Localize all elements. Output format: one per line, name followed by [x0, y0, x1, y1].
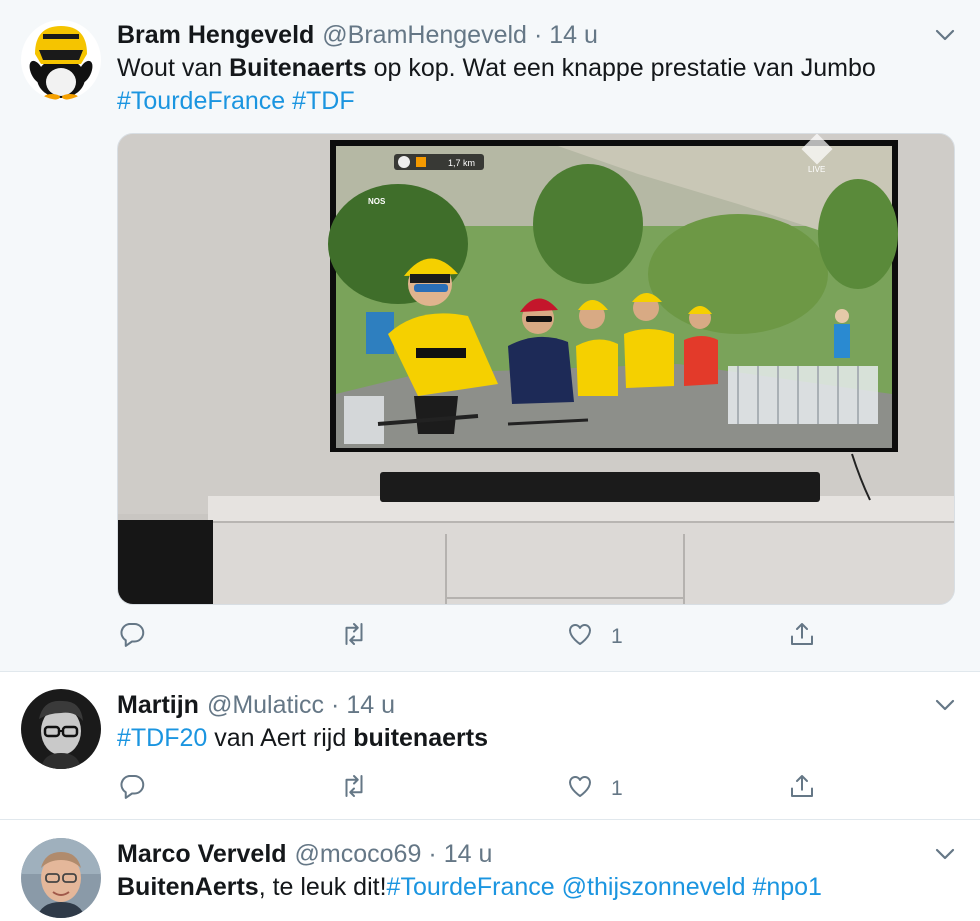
- tweet[interactable]: Bram Hengeveld @BramHengeveld · 14 u Wou…: [0, 0, 980, 672]
- highlighted-keyword: Buitenaerts: [229, 54, 367, 82]
- highlighted-keyword: buitenaerts: [353, 724, 488, 752]
- hashtag-link[interactable]: #TourdeFrance: [387, 873, 555, 901]
- hashtag-link[interactable]: #npo1: [752, 873, 822, 901]
- tweet-text: BuitenAerts, te leuk dit!#TourdeFrance @…: [117, 871, 956, 904]
- avatar[interactable]: [21, 689, 101, 769]
- like-button[interactable]: 1: [565, 772, 623, 806]
- chevron-down-icon[interactable]: [934, 843, 956, 865]
- tweet-photo[interactable]: 1,7 km NOS LIVE: [117, 133, 955, 605]
- retweet-button[interactable]: [339, 772, 369, 806]
- broadcaster-logo: NOS: [368, 197, 386, 206]
- tv-distance-label: 1,7 km: [448, 158, 475, 168]
- author-name[interactable]: Bram Hengeveld: [117, 18, 314, 52]
- share-icon: [787, 771, 817, 807]
- tweet-actions: 1: [117, 772, 837, 806]
- chevron-down-icon[interactable]: [934, 694, 956, 716]
- timestamp[interactable]: 14 u: [549, 18, 598, 52]
- share-icon: [787, 619, 817, 655]
- retweet-button[interactable]: [339, 620, 369, 654]
- highlighted-keyword: BuitenAerts: [117, 873, 259, 901]
- avatar[interactable]: [21, 838, 101, 918]
- text-segment: van Aert rijd: [207, 724, 354, 752]
- like-icon: [565, 771, 595, 807]
- avatar[interactable]: [21, 20, 101, 100]
- share-button[interactable]: [787, 772, 817, 806]
- hashtag-link[interactable]: #TDF: [292, 87, 355, 115]
- tweet-text: Wout van Buitenaerts op kop. Wat een kna…: [117, 52, 956, 85]
- reply-icon: [117, 771, 147, 807]
- hashtag-link[interactable]: #TDF20: [117, 724, 207, 752]
- like-icon: [565, 619, 595, 655]
- like-count: 1: [611, 625, 623, 648]
- author-handle[interactable]: @Mulaticc: [207, 688, 324, 722]
- reply-button[interactable]: [117, 620, 147, 654]
- separator-dot: ·: [533, 21, 543, 49]
- mention-link[interactable]: @thijszonneveld: [562, 873, 746, 901]
- timestamp[interactable]: 14 u: [444, 837, 493, 871]
- author-handle[interactable]: @BramHengeveld: [322, 18, 527, 52]
- tweet-actions: 1: [117, 620, 837, 654]
- like-count: 1: [611, 777, 623, 800]
- separator-dot: ·: [428, 840, 437, 868]
- reply-button[interactable]: [117, 772, 147, 806]
- reply-icon: [117, 619, 147, 655]
- tweet-hashtags: #TourdeFrance #TDF: [117, 85, 956, 118]
- live-label: LIVE: [808, 165, 825, 174]
- share-button[interactable]: [787, 620, 817, 654]
- hashtag-link[interactable]: #TourdeFrance: [117, 87, 285, 115]
- text-segment: op kop. Wat een knappe prestatie van Jum…: [366, 54, 876, 82]
- retweet-icon: [339, 771, 369, 807]
- timestamp[interactable]: 14 u: [346, 688, 395, 722]
- text-segment: , te leuk dit!: [258, 873, 387, 901]
- chevron-down-icon[interactable]: [934, 24, 956, 46]
- author-name[interactable]: Marco Verveld: [117, 837, 287, 871]
- tweet-text: #TDF20 van Aert rijd buitenaerts: [117, 722, 956, 755]
- tweet[interactable]: Martijn @Mulaticc · 14 u #TDF20 van Aert…: [0, 672, 980, 820]
- author-handle[interactable]: @mcoco69: [295, 837, 422, 871]
- retweet-icon: [339, 619, 369, 655]
- separator-dot: ·: [331, 691, 340, 719]
- author-name[interactable]: Martijn: [117, 688, 199, 722]
- like-button[interactable]: 1: [565, 620, 623, 654]
- text-segment: Wout van: [117, 54, 230, 82]
- tweet[interactable]: Marco Verveld @mcoco69 · 14 u BuitenAert…: [0, 821, 980, 921]
